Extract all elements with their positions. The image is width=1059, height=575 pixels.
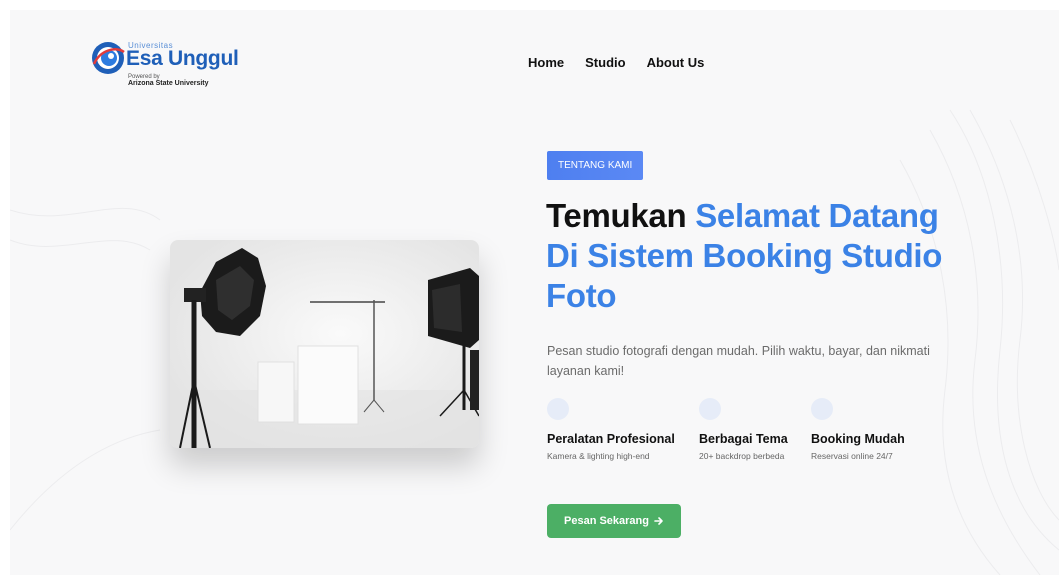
feature-title: Booking Mudah bbox=[811, 432, 905, 446]
book-now-button[interactable]: Pesan Sekarang bbox=[547, 504, 681, 538]
feature-item: Berbagai Tema 20+ backdrop berbeda bbox=[699, 398, 811, 461]
nav-about-us[interactable]: About Us bbox=[647, 55, 705, 70]
university-logo[interactable]: Universitas Esa Unggul Powered by Arizon… bbox=[90, 38, 240, 90]
logo-partner-text: Arizona State University bbox=[128, 80, 209, 87]
feature-dot-icon bbox=[547, 398, 569, 420]
feature-title: Peralatan Profesional bbox=[547, 432, 675, 446]
hero-headline: Temukan Selamat Datang Di Sistem Booking… bbox=[546, 196, 966, 316]
feature-subtitle: Kamera & lighting high-end bbox=[547, 451, 650, 461]
feature-item: Peralatan Profesional Kamera & lighting … bbox=[547, 398, 699, 461]
headline-plain: Temukan bbox=[546, 197, 687, 234]
logo-globe-icon bbox=[92, 42, 125, 74]
feature-subtitle: Reservasi online 24/7 bbox=[811, 451, 893, 461]
feature-subtitle: 20+ backdrop berbeda bbox=[699, 451, 785, 461]
studio-photo bbox=[170, 240, 479, 448]
arrow-right-icon bbox=[654, 517, 663, 525]
feature-dot-icon bbox=[699, 398, 721, 420]
feature-item: Booking Mudah Reservasi online 24/7 bbox=[811, 398, 921, 461]
feature-title: Berbagai Tema bbox=[699, 432, 788, 446]
book-now-label: Pesan Sekarang bbox=[564, 515, 649, 527]
section-badge: TENTANG KAMI bbox=[547, 151, 644, 180]
nav-studio[interactable]: Studio bbox=[585, 55, 625, 70]
page: Universitas Esa Unggul Powered by Arizon… bbox=[10, 10, 1059, 575]
hero-description: Pesan studio fotografi dengan mudah. Pil… bbox=[547, 344, 930, 378]
logo-name: Esa Unggul bbox=[126, 47, 239, 70]
nav-home[interactable]: Home bbox=[528, 55, 564, 70]
feature-list: Peralatan Profesional Kamera & lighting … bbox=[547, 398, 921, 461]
feature-dot-icon bbox=[811, 398, 833, 420]
main-nav: Home Studio About Us bbox=[528, 55, 704, 70]
